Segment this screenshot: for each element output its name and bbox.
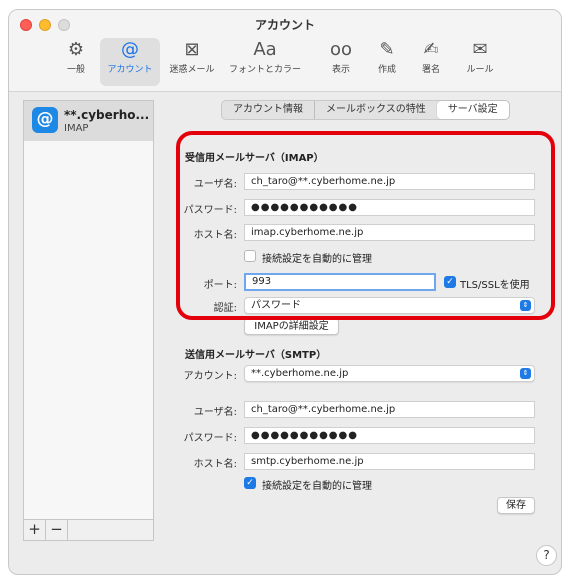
gear-icon: ⚙ bbox=[67, 39, 85, 60]
tab-account-info[interactable]: アカウント情報 bbox=[222, 101, 315, 119]
toolbar-label: 迷惑メール bbox=[169, 65, 215, 75]
toolbar-viewing[interactable]: oo 表示 bbox=[325, 38, 357, 86]
outgoing-password-label: パスワード: bbox=[183, 433, 237, 444]
toolbar-label: フォントとカラー bbox=[228, 65, 301, 75]
account-sidebar: @ **.cyberho... IMAP + − bbox=[23, 100, 154, 541]
at-icon: @ bbox=[32, 107, 58, 133]
account-name: **.cyberho... bbox=[64, 108, 150, 122]
toolbar-accounts[interactable]: @ アカウント bbox=[100, 38, 160, 86]
rules-icon: ✉ bbox=[472, 39, 488, 60]
compose-icon: ✎ bbox=[379, 39, 395, 60]
glasses-icon: oo bbox=[329, 39, 353, 60]
toolbar-label: 署名 bbox=[421, 65, 440, 75]
toolbar-fonts-colors[interactable]: Aa フォントとカラー bbox=[220, 38, 310, 86]
toolbar-label: ルール bbox=[466, 65, 494, 75]
chevron-updown-icon: ⇕ bbox=[520, 368, 531, 379]
account-type: IMAP bbox=[64, 123, 89, 134]
toolbar-label: 作成 bbox=[377, 65, 396, 75]
toolbar-label: 表示 bbox=[331, 65, 350, 75]
outgoing-auto-manage-label: 接続設定を自動的に管理 bbox=[262, 481, 372, 492]
outgoing-account-label: アカウント: bbox=[183, 371, 237, 382]
outgoing-username-field[interactable]: ch_taro@**.cyberhome.ne.jp bbox=[244, 401, 535, 418]
outgoing-auto-manage-checkbox[interactable]: ✓ bbox=[244, 477, 256, 489]
sidebar-footer: + − bbox=[24, 519, 153, 540]
outgoing-username-label: ユーザ名: bbox=[193, 407, 237, 418]
junk-mail-icon: ⊠ bbox=[184, 39, 200, 60]
highlight-annotation bbox=[176, 131, 555, 320]
outgoing-account-value: **.cyberhome.ne.jp bbox=[251, 368, 349, 379]
font-icon: Aa bbox=[253, 39, 277, 60]
toolbar-composing[interactable]: ✎ 作成 bbox=[370, 38, 404, 86]
window-title: アカウント bbox=[254, 18, 315, 32]
tab-mailbox-behaviors[interactable]: メールボックスの特性 bbox=[315, 101, 437, 119]
imap-advanced-button[interactable]: IMAPの詳細設定 bbox=[244, 318, 339, 335]
outgoing-host-label: ホスト名: bbox=[193, 459, 237, 470]
settings-tabs: アカウント情報 メールボックスの特性 サーバ設定 bbox=[221, 100, 510, 120]
remove-account-button[interactable]: − bbox=[46, 520, 68, 540]
toolbar-general[interactable]: ⚙ 一般 bbox=[59, 38, 93, 86]
toolbar-rules[interactable]: ✉ ルール bbox=[460, 38, 500, 86]
outgoing-host-field[interactable]: smtp.cyberhome.ne.jp bbox=[244, 453, 535, 470]
toolbar-signatures[interactable]: ✍ 署名 bbox=[414, 38, 448, 86]
account-list-item[interactable]: @ **.cyberho... IMAP bbox=[24, 101, 153, 141]
at-icon: @ bbox=[121, 39, 139, 60]
outgoing-account-select[interactable]: **.cyberhome.ne.jp ⇕ bbox=[244, 365, 535, 382]
outgoing-server-title: 送信用メールサーバ（SMTP） bbox=[185, 350, 327, 361]
tab-server-settings[interactable]: サーバ設定 bbox=[436, 101, 509, 119]
titlebar: アカウント ⚙ 一般 @ アカウント ⊠ 迷惑メール Aa フォントとカラー o… bbox=[9, 10, 561, 92]
help-button[interactable]: ? bbox=[536, 545, 557, 566]
outgoing-password-field[interactable]: ●●●●●●●●●●● bbox=[244, 427, 535, 444]
save-button[interactable]: 保存 bbox=[497, 497, 535, 514]
add-account-button[interactable]: + bbox=[24, 520, 46, 540]
toolbar-label: アカウント bbox=[107, 65, 153, 75]
signature-icon: ✍ bbox=[423, 39, 439, 60]
toolbar-label: 一般 bbox=[66, 65, 85, 75]
toolbar-junk-mail[interactable]: ⊠ 迷惑メール bbox=[164, 38, 220, 86]
